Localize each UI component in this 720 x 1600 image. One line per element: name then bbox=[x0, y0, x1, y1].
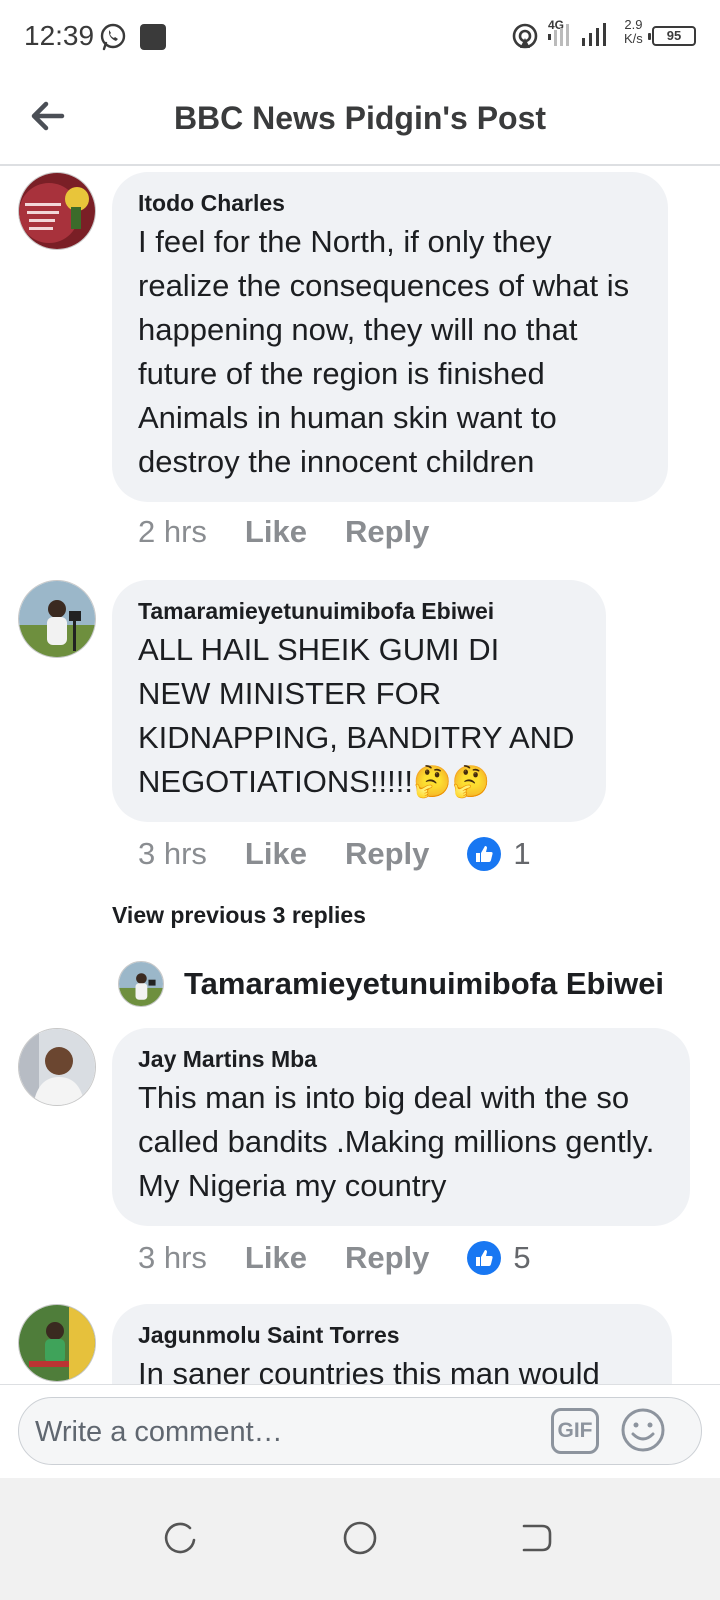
status-time: 12:39 bbox=[24, 20, 95, 51]
page-title: BBC News Pidgin's Post bbox=[173, 100, 547, 136]
comment-input[interactable] bbox=[35, 1412, 515, 1452]
avatar[interactable] bbox=[18, 1304, 96, 1382]
reply-author[interactable]: Tamaramieyetunuimibofa Ebiwei bbox=[184, 966, 664, 1002]
reaction-count-value: 5 bbox=[513, 1240, 531, 1275]
reply-button[interactable]: Reply bbox=[345, 1240, 429, 1276]
thumbs-up-icon bbox=[467, 1241, 502, 1275]
view-previous-replies[interactable]: View previous 3 replies bbox=[112, 902, 366, 929]
whatsapp-icon bbox=[100, 23, 126, 51]
comment-time[interactable]: 3 hrs bbox=[138, 836, 207, 872]
reply-button[interactable]: Reply bbox=[345, 836, 429, 872]
signal-icon bbox=[548, 24, 569, 46]
emoji-icon[interactable] bbox=[619, 1406, 667, 1454]
recent-apps-icon[interactable] bbox=[160, 1518, 200, 1558]
comment-time[interactable]: 3 hrs bbox=[138, 1240, 207, 1276]
avatar[interactable] bbox=[18, 172, 96, 250]
comment-author[interactable]: Jagunmolu Saint Torres bbox=[138, 1320, 646, 1350]
latest-reply[interactable]: Tamaramieyetunuimibofa Ebiwei bbox=[118, 960, 664, 1008]
like-button[interactable]: Like bbox=[245, 836, 307, 872]
composer-box[interactable]: GIF bbox=[18, 1397, 702, 1465]
back-nav-icon[interactable] bbox=[516, 1518, 556, 1558]
like-button[interactable]: Like bbox=[245, 514, 307, 550]
post-header: BBC News Pidgin's Post bbox=[0, 70, 720, 166]
comment-bubble[interactable]: Tamaramieyetunuimibofa Ebiwei ALL HAIL S… bbox=[112, 580, 606, 822]
comment-meta: 2 hrs Like Reply bbox=[138, 514, 467, 550]
system-nav-bar bbox=[0, 1478, 720, 1600]
hotspot-icon bbox=[512, 23, 538, 49]
signal-icon-2 bbox=[582, 23, 606, 46]
comment-text: I feel for the North, if only they reali… bbox=[138, 224, 630, 479]
avatar[interactable] bbox=[18, 580, 96, 658]
comment-meta: 3 hrs Like Reply 1 bbox=[138, 836, 531, 872]
network-speed: 2.9 K/s bbox=[624, 17, 643, 46]
comment-time[interactable]: 2 hrs bbox=[138, 514, 207, 550]
comment-bubble[interactable]: Jay Martins Mba This man is into big dea… bbox=[112, 1028, 690, 1226]
like-button[interactable]: Like bbox=[245, 1240, 307, 1276]
comment-text: ALL HAIL SHEIK GUMI DI NEW MINISTER FOR … bbox=[138, 632, 575, 799]
comment-bubble[interactable]: Itodo Charles I feel for the North, if o… bbox=[112, 172, 668, 502]
notification-icon bbox=[140, 24, 166, 50]
avatar[interactable] bbox=[118, 961, 164, 1007]
comment-composer: GIF bbox=[0, 1384, 720, 1478]
comment-author[interactable]: Tamaramieyetunuimibofa Ebiwei bbox=[138, 596, 580, 626]
reaction-count[interactable]: 1 bbox=[467, 836, 531, 872]
avatar[interactable] bbox=[18, 1028, 96, 1106]
gif-button[interactable]: GIF bbox=[551, 1408, 599, 1454]
comment-text: This man is into big deal with the so ca… bbox=[138, 1080, 655, 1203]
thumbs-up-icon bbox=[467, 837, 502, 871]
reply-button[interactable]: Reply bbox=[345, 514, 429, 550]
battery-icon: 95 bbox=[648, 26, 696, 46]
home-icon[interactable] bbox=[340, 1518, 380, 1558]
reaction-count[interactable]: 5 bbox=[467, 1240, 531, 1276]
comment-meta: 3 hrs Like Reply 5 bbox=[138, 1240, 531, 1276]
status-bar: 12:39 4G 2.9 K/s 95 bbox=[0, 0, 720, 70]
reaction-count-value: 1 bbox=[513, 836, 531, 871]
comment-author[interactable]: Jay Martins Mba bbox=[138, 1044, 664, 1074]
comment-author[interactable]: Itodo Charles bbox=[138, 188, 642, 218]
